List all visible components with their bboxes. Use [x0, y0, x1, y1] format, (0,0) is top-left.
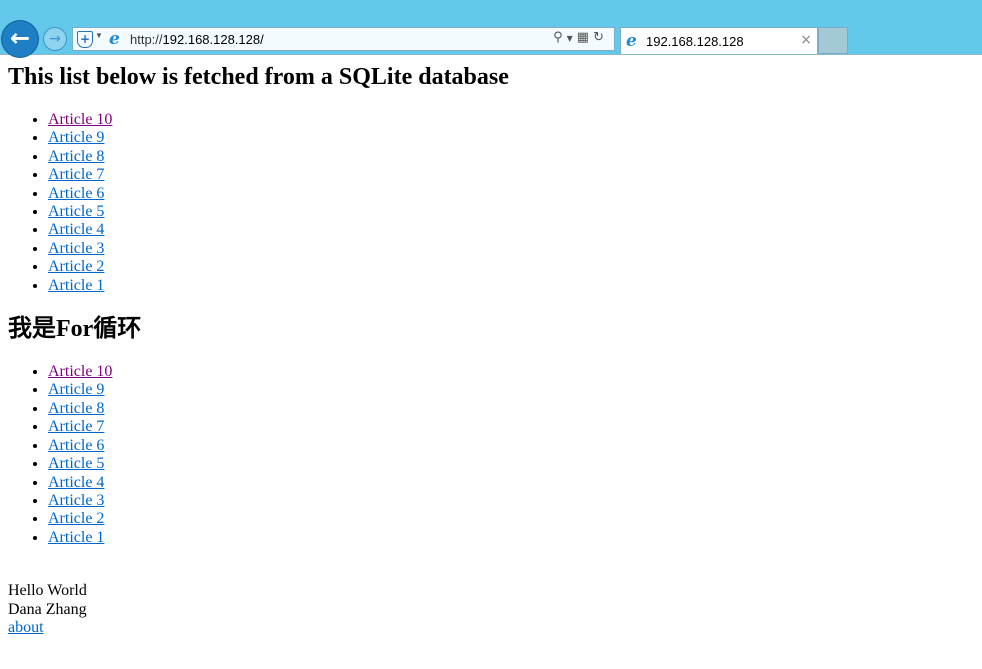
article-link[interactable]: Article 3 [48, 492, 104, 509]
list-item: Article 4 [48, 221, 974, 239]
article-link[interactable]: Article 3 [48, 240, 104, 257]
article-link[interactable]: Article 4 [48, 221, 104, 238]
compat-icon[interactable]: ▦ [577, 30, 593, 45]
new-tab-button[interactable] [818, 27, 848, 54]
shield-icon[interactable]: + [77, 31, 93, 48]
chevron-down-icon[interactable]: ▼ [567, 34, 577, 43]
list-item: Article 8 [48, 148, 974, 166]
tab-title: 192.168.128.128 [646, 34, 744, 49]
article-link[interactable]: Article 8 [48, 148, 104, 165]
list-item: Article 3 [48, 492, 974, 510]
article-link[interactable]: Article 4 [48, 474, 104, 491]
list-item: Article 4 [48, 474, 974, 492]
article-link[interactable]: Article 9 [48, 129, 104, 146]
list-item: Article 1 [48, 529, 974, 547]
article-link[interactable]: Article 7 [48, 166, 104, 183]
article-link[interactable]: Article 1 [48, 277, 104, 294]
url-host: 192.168.128.128/ [162, 32, 264, 47]
list-item: Article 10 [48, 111, 974, 129]
url-prefix: http:// [130, 32, 163, 47]
list-item: Article 9 [48, 129, 974, 147]
article-link[interactable]: Article 6 [48, 185, 104, 202]
list-item: Article 6 [48, 185, 974, 203]
list-item: Article 9 [48, 381, 974, 399]
list-item: Article 6 [48, 437, 974, 455]
article-link[interactable]: Article 1 [48, 529, 104, 546]
hello-text: Hello World [8, 582, 87, 600]
article-link[interactable]: Article 10 [48, 111, 112, 128]
chevron-down-icon[interactable]: ▼ [95, 31, 103, 40]
author-name: Dana Zhang [8, 600, 87, 618]
list-item: Article 1 [48, 277, 974, 295]
address-bar[interactable]: + ▼ e http://192.168.128.128/ ⚲▼▦↻ [72, 27, 615, 51]
ie-icon: e [109, 29, 120, 49]
forward-icon[interactable]: → [43, 27, 67, 51]
browser-chrome: ← → + ▼ e http://192.168.128.128/ ⚲▼▦↻ e… [0, 0, 982, 57]
list-item: Article 7 [48, 418, 974, 436]
page-content: This list below is fetched from a SQLite… [0, 63, 982, 637]
list-item: Article 2 [48, 510, 974, 528]
tab-active[interactable]: e 192.168.128.128 × [620, 27, 818, 54]
article-link[interactable]: Article 2 [48, 510, 104, 527]
article-link[interactable]: Article 8 [48, 400, 104, 417]
list-item: Article 10 [48, 363, 974, 381]
article-link[interactable]: Article 5 [48, 455, 104, 472]
article-link[interactable]: Article 7 [48, 418, 104, 435]
back-icon[interactable]: ← [2, 21, 38, 57]
page-title: This list below is fetched from a SQLite… [8, 64, 509, 90]
article-list-loop: Article 10 Article 9 Article 8 Article 7… [8, 363, 974, 547]
section-title: 我是For循环 [8, 316, 142, 343]
list-item: Article 2 [48, 258, 974, 276]
article-list: Article 10 Article 9 Article 8 Article 7… [8, 111, 974, 295]
search-icon[interactable]: ⚲ [553, 30, 567, 45]
article-link[interactable]: Article 6 [48, 437, 104, 454]
ie-icon: e [626, 31, 637, 51]
about-link[interactable]: about [8, 619, 44, 636]
list-item: Article 5 [48, 455, 974, 473]
footer: Hello World Dana Zhang about [8, 582, 974, 637]
close-icon[interactable]: × [800, 32, 812, 48]
list-item: Article 5 [48, 203, 974, 221]
address-tools: ⚲▼▦↻ [553, 30, 608, 45]
article-link[interactable]: Article 10 [48, 363, 112, 380]
list-item: Article 8 [48, 400, 974, 418]
list-item: Article 3 [48, 240, 974, 258]
article-link[interactable]: Article 2 [48, 258, 104, 275]
refresh-icon[interactable]: ↻ [593, 30, 608, 45]
article-link[interactable]: Article 5 [48, 203, 104, 220]
url-text[interactable]: http://192.168.128.128/ [130, 32, 264, 47]
list-item: Article 7 [48, 166, 974, 184]
article-link[interactable]: Article 9 [48, 381, 104, 398]
